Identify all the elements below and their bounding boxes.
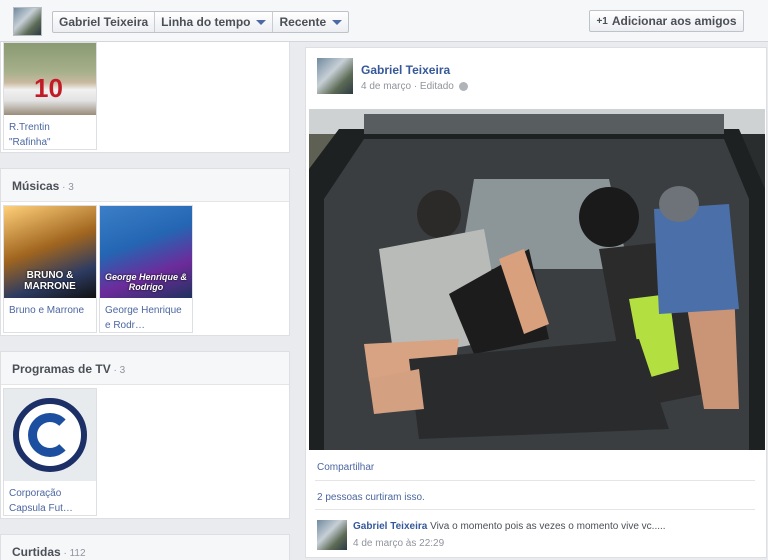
comment: Gabriel Teixeira Viva o momento pois as … — [353, 521, 753, 532]
author-avatar[interactable] — [317, 58, 353, 94]
globe-icon[interactable] — [458, 82, 468, 91]
chevron-down-icon — [332, 19, 343, 25]
edited-label[interactable]: Editado — [420, 81, 454, 92]
divider — [315, 480, 755, 481]
tv-logo — [4, 389, 96, 481]
tv-card: Programas de TV · 3 Corporação Capsula F… — [0, 351, 290, 519]
timeline-post: Gabriel Teixeira 4 de março · Editado Co… — [305, 47, 767, 558]
music-cover: BRUNO & MARRONE — [4, 206, 96, 298]
music-label[interactable]: George Henrique e Rodr… — [100, 298, 192, 337]
music-card: Músicas · 3 BRUNO & MARRONE Bruno e Marr… — [0, 168, 290, 336]
player-tile[interactable]: 10 R.Trentin "Rafinha" — [3, 42, 97, 150]
tv-tile[interactable]: Corporação Capsula Fut… — [3, 388, 97, 516]
breadcrumb: Gabriel Teixeira Linha do tempo Recente — [52, 11, 350, 33]
recent-dropdown[interactable]: Recente — [273, 12, 348, 32]
comment-body: Viva o momento pois as vezes o momento v… — [430, 521, 666, 532]
tv-label[interactable]: Corporação Capsula Fut… — [4, 481, 96, 520]
music-header[interactable]: Músicas · 3 — [1, 169, 289, 202]
comment-author[interactable]: Gabriel Teixeira — [353, 521, 427, 532]
timeline-topbar: Gabriel Teixeira Linha do tempo Recente … — [0, 0, 768, 42]
likes-card: Curtidas · 112 — [0, 534, 290, 560]
author-name[interactable]: Gabriel Teixeira — [361, 63, 450, 77]
music-tile[interactable]: BRUNO & MARRONE Bruno e Marrone — [3, 205, 97, 333]
jersey-number: 10 — [34, 73, 63, 103]
music-label[interactable]: Bruno e Marrone — [4, 298, 96, 322]
likes-header[interactable]: Curtidas · 112 — [1, 535, 289, 560]
sports-card: 10 R.Trentin "Rafinha" — [0, 42, 290, 153]
chevron-down-icon — [256, 19, 267, 25]
post-date[interactable]: 4 de março — [361, 81, 411, 92]
player-label[interactable]: R.Trentin "Rafinha" — [4, 115, 96, 154]
share-link[interactable]: Compartilhar — [317, 462, 374, 473]
post-meta: 4 de março · Editado — [361, 81, 468, 92]
comment-timestamp[interactable]: 4 de março às 22:29 — [353, 538, 444, 549]
likes-summary[interactable]: 2 pessoas curtiram isso. — [317, 492, 425, 503]
tv-header[interactable]: Programas de TV · 3 — [1, 352, 289, 385]
profile-avatar[interactable] — [13, 7, 42, 36]
timeline-dropdown[interactable]: Linha do tempo — [155, 12, 274, 32]
music-cover: George Henrique & Rodrigo — [100, 206, 192, 298]
profile-name-button[interactable]: Gabriel Teixeira — [53, 12, 156, 32]
player-photo: 10 — [4, 43, 96, 115]
post-photo[interactable] — [309, 109, 765, 450]
comment-avatar[interactable] — [317, 520, 347, 550]
music-tile[interactable]: George Henrique & Rodrigo George Henriqu… — [99, 205, 193, 333]
divider — [315, 509, 755, 510]
add-friend-button[interactable]: +1 Adicionar aos amigos — [589, 10, 744, 32]
add-friend-icon: +1 — [596, 15, 608, 27]
